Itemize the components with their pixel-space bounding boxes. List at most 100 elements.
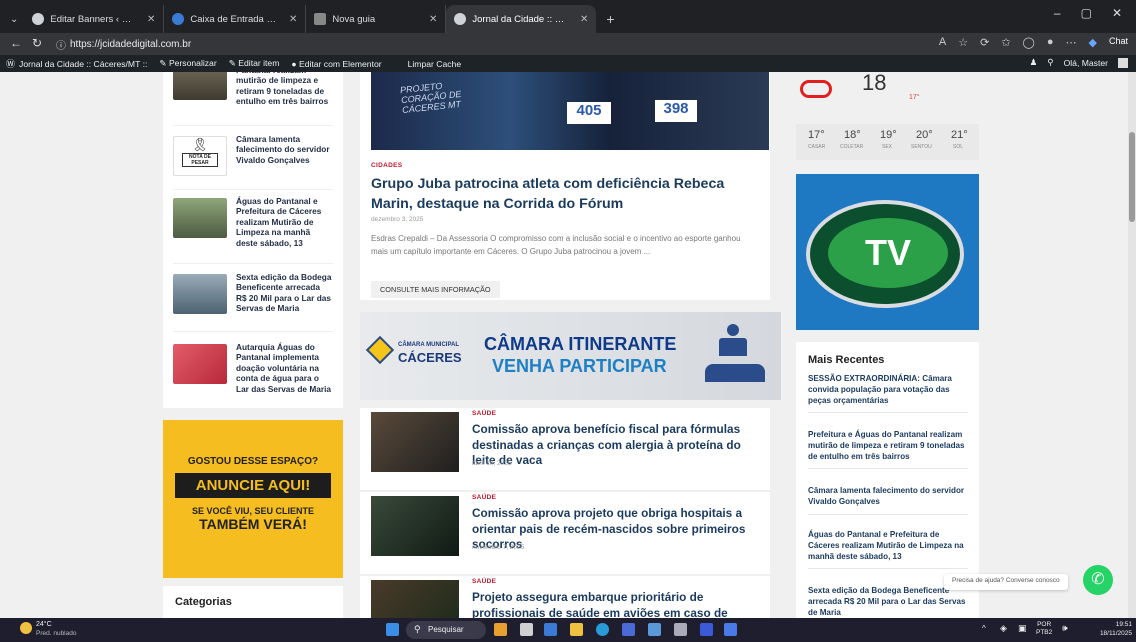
favorites-icon[interactable]: ✩ (1001, 36, 1010, 49)
avatar[interactable] (1118, 57, 1128, 68)
admin-editar-item[interactable]: ✎ Editar item (229, 58, 280, 69)
close-tab-icon[interactable]: ✕ (574, 14, 588, 25)
thumbnail[interactable] (173, 274, 227, 314)
close-window-icon[interactable]: ✕ (1112, 6, 1122, 20)
taskbar-temp[interactable]: 24°C (36, 621, 52, 628)
post-date: dezembro 3, 2025 (371, 216, 424, 223)
tab-caixa-entrada[interactable]: Caixa de Entrada - Esmeraldo Rod ✕ (164, 5, 307, 33)
recent-post-link[interactable]: Prefeitura e Águas do Pantanal realizam … (808, 430, 968, 470)
close-tab-icon[interactable]: ✕ (283, 14, 297, 25)
featured-image[interactable]: PROJETO CORAÇÃO DE CÁCERES MT 405 398 (371, 72, 769, 150)
shield-icon[interactable]: ◯ (1023, 36, 1035, 49)
weather-low: 17° (909, 94, 920, 101)
globe-icon (32, 13, 45, 25)
left-sidebar-list: Pantanal realizam mutirão de limpeza e r… (163, 72, 343, 408)
app-icon[interactable] (700, 623, 713, 636)
network-icon[interactable]: ◈ (1000, 623, 1007, 634)
read-aloud-icon[interactable]: A (939, 36, 946, 49)
scrollbar-thumb[interactable] (1129, 132, 1135, 222)
admin-elementor[interactable]: ● Editar com Elementor (291, 59, 381, 69)
list-item[interactable]: 🎗 NOTA DE PESAR Câmara lamenta falecimen… (173, 130, 333, 190)
post-title[interactable]: Grupo Juba patrocina atleta com deficiên… (371, 174, 761, 214)
post-category[interactable]: CIDADES (371, 162, 402, 169)
admin-greeting[interactable]: Olá, Master (1064, 58, 1108, 68)
news-thumbnail[interactable] (371, 412, 459, 472)
search-icon[interactable]: ⚲ (1047, 57, 1053, 68)
widgets-icon[interactable] (494, 623, 507, 636)
tab-nova-guia[interactable]: Nova guia ✕ (306, 5, 447, 33)
recent-post-link[interactable]: Águas do Pantanal e Prefeitura de Cácere… (808, 530, 968, 570)
recent-post-link[interactable]: Câmara lamenta falecimento do servidor V… (808, 486, 968, 515)
tray-icon[interactable]: ▣ (1018, 623, 1027, 634)
ad-banner[interactable]: GOSTOU DESSE ESPAÇO? ANUNCIE AQUI! SE VO… (163, 420, 343, 578)
weather-icon[interactable] (20, 622, 32, 634)
read-more-button[interactable]: CONSULTE MAIS INFORMAÇÃO (371, 281, 500, 298)
address-bar: ← ↻ ⓘ https://jcidadedigital.com.br A ☆ … (0, 33, 1136, 55)
maximize-icon[interactable]: ▢ (1081, 6, 1092, 20)
news-item[interactable]: SAÚDE Comissão aprova benefício fiscal p… (360, 408, 770, 490)
recent-post-link[interactable]: Sexta edição da Bodega Beneficente arrec… (808, 586, 968, 618)
refresh-icon[interactable]: ⟳ (980, 36, 989, 49)
favorite-star-icon[interactable]: ☆ (958, 36, 968, 49)
list-item[interactable]: Sexta edição da Bodega Beneficente arrec… (173, 268, 333, 332)
chat-tooltip[interactable]: Precisa de ajuda? Converse conosco (944, 574, 1068, 590)
list-item[interactable]: Pantanal realizam mutirão de limpeza e r… (173, 72, 333, 126)
teams-icon[interactable] (544, 623, 557, 636)
tv-logo-banner[interactable]: TV (796, 174, 979, 330)
url-field[interactable]: https://jcidadedigital.com.br (70, 39, 191, 50)
list-item[interactable]: Águas do Pantanal e Prefeitura de Cácere… (173, 192, 333, 264)
app-icon[interactable] (724, 623, 737, 636)
chat-label[interactable]: Chat (1109, 36, 1128, 49)
audience-icon (705, 324, 765, 386)
news-thumbnail[interactable] (371, 580, 459, 618)
thumbnail[interactable] (173, 344, 227, 384)
app-icon[interactable] (648, 623, 661, 636)
news-category[interactable]: SAÚDE (472, 578, 496, 585)
admin-site-link[interactable]: Jornal da Cidade :: Cáceres/MT :: (19, 59, 147, 69)
profile-icon[interactable]: ● (1047, 36, 1054, 49)
file-explorer-icon[interactable] (570, 623, 583, 636)
admin-limpar-cache[interactable]: Limpar Cache (408, 59, 462, 69)
store-icon[interactable] (622, 623, 635, 636)
news-item[interactable]: SAÚDE Comissão aprova projeto que obriga… (360, 492, 770, 574)
volume-icon[interactable]: 🕪 (1062, 623, 1068, 634)
tab-editar-banners[interactable]: Editar Banners ‹ Jornal da Cidade :: ✕ (24, 5, 165, 33)
task-view-icon[interactable] (520, 623, 533, 636)
taskbar-weather-desc[interactable]: Pred. nublado (36, 630, 76, 637)
close-tab-icon[interactable]: ✕ (423, 14, 437, 25)
more-icon[interactable]: ⋯ (1066, 36, 1077, 49)
close-tab-icon[interactable]: ✕ (141, 14, 155, 25)
recent-post-link[interactable]: SESSÃO EXTRAORDINÁRIA: Câmara convida po… (808, 374, 968, 414)
notification-icon[interactable]: ♟ (1030, 57, 1038, 68)
thumbnail[interactable]: 🎗 NOTA DE PESAR (173, 136, 227, 176)
new-tab-button[interactable]: + (606, 11, 614, 27)
list-item[interactable]: Autarquia Águas do Pantanal implementa d… (173, 338, 333, 404)
edge-icon[interactable] (596, 623, 609, 636)
wordpress-icon[interactable]: Ⓦ (6, 57, 15, 70)
camara-banner[interactable]: CÂMARA MUNICIPAL CÁCERES CÂMARA ITINERAN… (360, 312, 781, 400)
start-icon[interactable] (386, 623, 399, 636)
news-title[interactable]: Projeto assegura embarque prioritário de… (472, 590, 767, 618)
thumbnail[interactable] (173, 72, 227, 100)
reload-icon[interactable]: ↻ (32, 36, 42, 50)
copilot-icon[interactable]: ◆ (1089, 36, 1097, 49)
tray-chevron-icon[interactable]: ^ (982, 624, 986, 633)
news-title[interactable]: Comissão aprova benefício fiscal para fó… (472, 422, 767, 469)
admin-personalizar[interactable]: ✎ Personalizar (159, 58, 216, 69)
tab-jornal-cidade[interactable]: Jornal da Cidade :: Cáceres/MT :: ✕ (446, 5, 597, 33)
back-icon[interactable]: ← (10, 36, 22, 50)
clock[interactable]: 19:51 18/11/2025 (1096, 621, 1132, 638)
news-category[interactable]: SAÚDE (472, 410, 496, 417)
whatsapp-icon[interactable]: ✆ (1083, 565, 1113, 595)
tab-actions-icon[interactable]: ⌄ (10, 14, 18, 25)
news-thumbnail[interactable] (371, 496, 459, 556)
news-category[interactable]: SAÚDE (472, 494, 496, 501)
cloud-rain-icon (798, 72, 834, 98)
taskbar-search[interactable]: ⚲ Pesquisar (406, 621, 486, 639)
minimize-icon[interactable]: – (1054, 6, 1061, 20)
language-indicator[interactable]: POR PTB2 (1036, 621, 1052, 637)
scrollbar[interactable] (1128, 72, 1136, 618)
news-item[interactable]: SAÚDE Projeto assegura embarque prioritá… (360, 576, 770, 618)
thumbnail[interactable] (173, 198, 227, 238)
settings-icon[interactable] (674, 623, 687, 636)
